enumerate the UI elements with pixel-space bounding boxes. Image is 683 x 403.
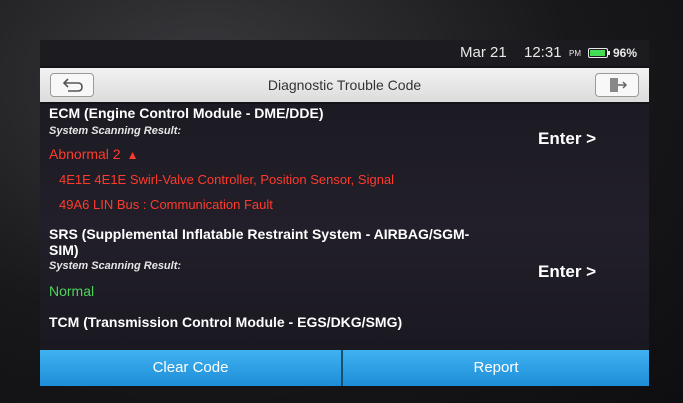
status-date: Mar 21 [460, 44, 507, 61]
ecm-module-name: ECM (Engine Control Module - DME/DDE) [49, 105, 324, 121]
battery-tip [608, 51, 610, 55]
srs-module-name-line2: SIM) [49, 242, 79, 258]
dtc-code-1: 4E1E 4E1E Swirl-Valve Controller, Positi… [59, 172, 395, 187]
clear-code-button[interactable]: Clear Code [40, 350, 341, 386]
scan-results: ECM (Engine Control Module - DME/DDE) Sy… [40, 104, 649, 350]
srs-enter-button[interactable]: Enter > [538, 262, 596, 282]
tcm-module-name: TCM (Transmission Control Module - EGS/D… [49, 314, 403, 330]
report-button[interactable]: Report [343, 350, 649, 386]
screen: Mar 21 12:31 PM 96% Diagnostic Trouble C… [40, 40, 649, 386]
caret-up-icon: ▲ [126, 148, 139, 162]
status-bar: Mar 21 12:31 PM 96% [40, 40, 649, 66]
battery-level [590, 50, 605, 56]
srs-scan-label: System Scanning Result: [49, 260, 182, 272]
ecm-scan-label: System Scanning Result: [49, 125, 182, 137]
status-ampm: PM [569, 49, 581, 58]
title-bar: Diagnostic Trouble Code [40, 68, 649, 102]
exit-button[interactable] [595, 73, 639, 97]
ecm-result-text: Abnormal 2 [49, 146, 121, 162]
page-title: Diagnostic Trouble Code [267, 77, 422, 93]
battery-icon [588, 48, 608, 58]
ecm-result[interactable]: Abnormal 2 ▲ [49, 146, 138, 162]
status-time: 12:31 [524, 44, 562, 61]
bottom-bar: Clear Code Report [40, 350, 649, 386]
ecm-enter-button[interactable]: Enter > [538, 129, 596, 149]
dtc-code-2: 49A6 LIN Bus : Communication Fault [59, 197, 273, 212]
srs-result: Normal [49, 283, 95, 299]
battery-percent: 96% [613, 46, 638, 60]
srs-module-name-line1: SRS (Supplemental Inflatable Restraint S… [49, 226, 470, 242]
exit-door-icon [610, 78, 628, 92]
